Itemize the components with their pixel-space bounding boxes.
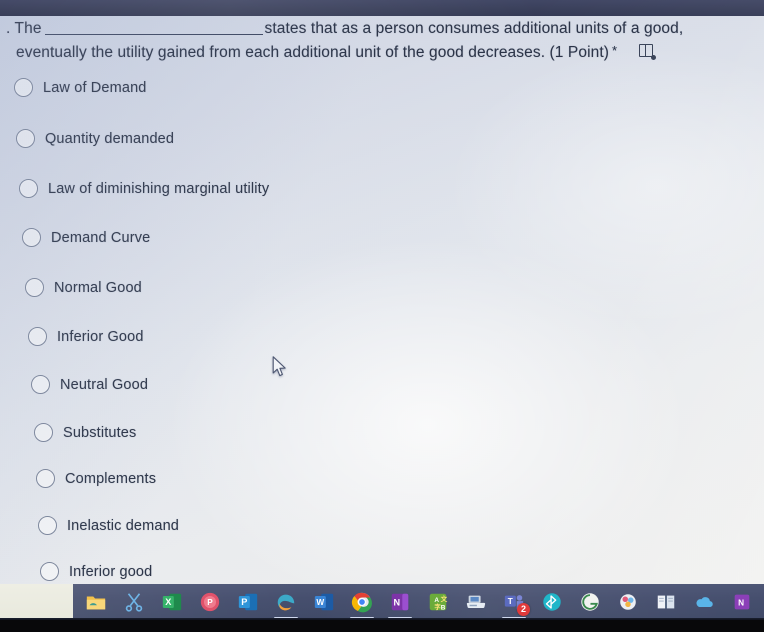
taskbar-item-snipping-tool[interactable] — [115, 584, 153, 620]
question-stem: . The states that as a person consumes ad… — [6, 18, 754, 64]
question-line-2-text: eventually the utility gained from each … — [16, 44, 546, 61]
radio-button[interactable] — [14, 78, 33, 97]
file-explorer-icon — [85, 591, 107, 613]
answer-option[interactable]: Demand Curve — [22, 228, 150, 247]
answer-option-label: Quantity demanded — [45, 130, 175, 147]
taskbar-item-photos[interactable] — [609, 584, 647, 620]
radio-button[interactable] — [38, 516, 57, 535]
snipping-tool-icon — [123, 591, 145, 613]
screen-glare — [0, 16, 764, 584]
taskbar-item-onedrive[interactable] — [685, 584, 723, 620]
svg-text:B: B — [441, 604, 446, 611]
taskbar-item-onenote-tray[interactable]: N — [723, 584, 761, 620]
taskbar-item-powerpoint[interactable]: P — [191, 584, 229, 620]
answer-option-label: Substitutes — [63, 424, 137, 441]
taskbar-item-grammarly[interactable] — [571, 584, 609, 620]
book-icon[interactable] — [638, 44, 656, 60]
answer-option[interactable]: Neutral Good — [31, 375, 148, 394]
answer-option[interactable]: Inferior Good — [28, 327, 144, 346]
top-chrome-bar — [0, 0, 764, 16]
radio-button[interactable] — [40, 562, 59, 581]
bottom-bezel — [0, 620, 764, 632]
radio-button[interactable] — [34, 423, 53, 442]
answer-option[interactable]: Inelastic demand — [38, 516, 179, 535]
answer-option-label: Demand Curve — [51, 229, 151, 246]
screenshot-root: . The states that as a person consumes ad… — [0, 0, 764, 632]
chrome-icon — [351, 591, 373, 613]
svg-text:N: N — [738, 599, 744, 608]
answer-option-label: Law of diminishing marginal utility — [48, 180, 270, 197]
top-bar-glare — [0, 0, 764, 16]
svg-text:A: A — [434, 597, 439, 604]
question-line-1-suffix: states that as a person consumes additio… — [264, 20, 684, 37]
taskbar-item-reader[interactable] — [647, 584, 685, 620]
svg-text:X: X — [165, 597, 172, 607]
svg-text:W: W — [316, 598, 324, 607]
answer-option[interactable]: Quantity demanded — [16, 129, 174, 148]
svg-text:文: 文 — [441, 594, 448, 603]
answer-option[interactable]: Complements — [36, 469, 156, 488]
answer-option-label: Neutral Good — [60, 376, 149, 393]
taskbar-item-edge[interactable] — [267, 584, 305, 620]
answer-option[interactable]: Normal Good — [25, 278, 142, 297]
answer-option-label: Normal Good — [54, 279, 142, 296]
onenote-tray-icon: N — [731, 591, 753, 613]
answer-option[interactable]: Law of diminishing marginal utility — [19, 179, 269, 198]
answer-option-label: Inelastic demand — [67, 517, 180, 534]
radio-button[interactable] — [19, 179, 38, 198]
quiz-page: . The states that as a person consumes ad… — [0, 16, 764, 584]
taskbar-item-translator[interactable]: A文字B — [419, 584, 457, 620]
svg-text:N: N — [393, 598, 400, 608]
publisher-icon: P — [237, 591, 259, 613]
answer-blank — [44, 21, 263, 35]
translator-icon: A文字B — [427, 591, 449, 613]
taskbar-item-file-explorer[interactable] — [77, 584, 115, 620]
taskbar-item-onenote[interactable]: N — [381, 584, 419, 620]
question-line-1-prefix: . The — [6, 20, 42, 37]
radio-button[interactable] — [31, 375, 50, 394]
photo-grain — [0, 16, 764, 584]
answer-option[interactable]: Law of Demand — [14, 78, 147, 97]
scanner-icon — [465, 591, 487, 613]
taskbar-badge-teams: 2 — [517, 603, 530, 616]
answer-option-label: Law of Demand — [43, 79, 147, 96]
question-line-1: . The states that as a person consumes ad… — [6, 18, 754, 40]
radio-button[interactable] — [22, 228, 41, 247]
taskbar-item-scanner[interactable] — [457, 584, 495, 620]
radio-button[interactable] — [25, 278, 44, 297]
radio-button[interactable] — [36, 469, 55, 488]
bluetooth-icon — [541, 591, 563, 613]
answer-option[interactable]: Inferior good — [40, 562, 152, 581]
mouse-cursor — [272, 356, 286, 377]
radio-button[interactable] — [16, 129, 35, 148]
taskbar-item-publisher[interactable]: P — [229, 584, 267, 620]
answer-option-label: Complements — [65, 470, 157, 487]
grammarly-icon — [579, 591, 601, 613]
windows-taskbar[interactable]: X P P W N A文字B T2 N — [73, 584, 764, 620]
word-icon: W — [313, 591, 335, 613]
onedrive-icon — [693, 591, 715, 613]
required-asterisk: * — [612, 43, 618, 58]
svg-text:P: P — [241, 597, 247, 607]
onenote-icon: N — [389, 591, 411, 613]
svg-text:T: T — [508, 597, 513, 606]
taskbar-item-teams[interactable]: T2 — [495, 584, 533, 620]
answer-option-label: Inferior good — [69, 563, 153, 580]
powerpoint-icon: P — [199, 591, 221, 613]
taskbar-item-word[interactable]: W — [305, 584, 343, 620]
excel-icon: X — [161, 591, 183, 613]
question-points: (1 Point) — [549, 44, 610, 61]
photos-icon — [617, 591, 639, 613]
reader-icon — [655, 591, 677, 613]
desktop-left-strip — [0, 584, 73, 620]
svg-text:P: P — [207, 598, 213, 607]
question-line-2: eventually the utility gained from each … — [6, 40, 754, 64]
taskbar-item-excel[interactable]: X — [153, 584, 191, 620]
edge-icon — [275, 591, 297, 613]
radio-button[interactable] — [28, 327, 47, 346]
taskbar-item-chrome[interactable] — [343, 584, 381, 620]
answer-option-label: Inferior Good — [57, 328, 144, 345]
answer-option[interactable]: Substitutes — [34, 423, 136, 442]
taskbar-item-bluetooth[interactable] — [533, 584, 571, 620]
